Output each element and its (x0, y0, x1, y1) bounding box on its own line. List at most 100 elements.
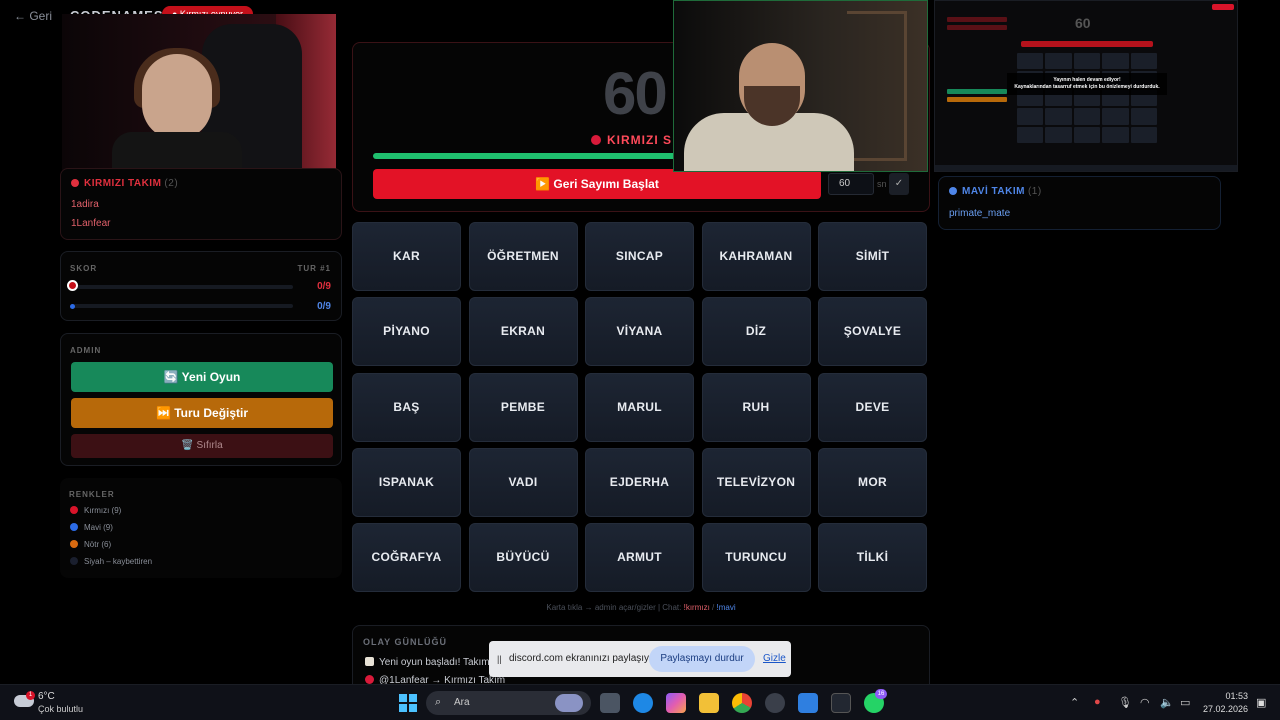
black-swatch-icon (70, 557, 78, 565)
clock[interactable]: 01:53 27.02.2026 (1203, 690, 1248, 716)
wifi-icon[interactable]: ◠ (1140, 696, 1150, 709)
task-view-icon[interactable] (600, 693, 620, 713)
word-card[interactable]: BAŞ (352, 372, 461, 442)
legend-red: Kırmızı (9) (70, 506, 121, 515)
word-card[interactable]: PEMBE (468, 372, 578, 442)
preview-paused-message: Yayının halen devam ediyor! Kaynaklarınd… (1007, 73, 1167, 95)
start-countdown-button[interactable]: ▶️ Geri Sayımı Başlat (373, 169, 821, 199)
webcam-left (62, 14, 336, 170)
search-placeholder: Ara (454, 697, 470, 708)
word-card[interactable]: ŞOVALYE (818, 297, 927, 367)
chrome-icon[interactable] (732, 693, 752, 713)
preview-number: 60 (1075, 15, 1091, 31)
clock-date: 27.02.2026 (1202, 704, 1248, 714)
word-card[interactable]: VADI (468, 447, 578, 517)
stream-preview[interactable]: 60 Yayının halen devam ediyor! Kaynaklar… (934, 0, 1238, 172)
word-board: KAR ÖĞRETMEN SINCAP KAHRAMAN SİMİT PİYANO EKRA… (352, 222, 930, 594)
red-score-knob (67, 280, 78, 291)
colors-legend: RENKLER Kırmızı (9) Mavi (9) Nötr (6) Si… (60, 478, 342, 578)
red-dot-icon (71, 179, 79, 187)
word-card[interactable]: TİLKİ (818, 523, 927, 593)
word-card[interactable]: DEVE (818, 372, 927, 442)
note-icon (365, 657, 374, 666)
preview-start-bar (1021, 41, 1153, 47)
chevron-up-icon[interactable]: ⌃ (1070, 696, 1079, 709)
log-entry: Yeni oyun başladı! Takım s (365, 657, 497, 668)
switch-turn-button[interactable]: ⏭️ Turu Değiştir (71, 398, 333, 428)
word-card[interactable]: SİMİT (818, 222, 927, 291)
word-card[interactable]: RUH (701, 372, 811, 442)
temperature: 6°C (38, 691, 55, 702)
word-card[interactable]: PİYANO (352, 297, 461, 367)
duration-input[interactable]: 60 (828, 173, 874, 195)
word-card[interactable]: DİZ (701, 297, 811, 367)
weather-desc: Çok bulutlu (38, 704, 84, 714)
word-card[interactable]: ARMUT (585, 523, 694, 593)
word-card[interactable]: MOR (818, 447, 927, 517)
red-score-track (73, 285, 293, 289)
red-team-panel: KIRMIZI TAKIM (2) 1adira 1Lanfear (60, 168, 342, 240)
share-message: discord.com ekranınızı paylaşıyor. (509, 653, 661, 664)
legend-black: Siyah – kaybettiren (70, 557, 152, 566)
whatsapp-badge: 16 (875, 689, 887, 699)
blue-team-title: MAVİ TAKIM (1) (949, 186, 1042, 197)
file-explorer-icon[interactable] (699, 693, 719, 713)
score-panel: SKOR TUR #1 0/9 0/9 (60, 251, 342, 321)
notification-icon[interactable]: ▣ (1256, 696, 1266, 709)
hide-link[interactable]: Gizle (763, 653, 786, 664)
confirm-duration-button[interactable]: ✓ (889, 173, 909, 195)
word-card[interactable]: VİYANA (585, 297, 694, 367)
stop-sharing-button[interactable]: Paylaşmayı durdur (649, 646, 755, 672)
red-score-value: 0/9 (317, 281, 331, 292)
taskbar: 1 6°C Çok bulutlu ⌕ Ara 16 ⌃ ● 🎙 ◠ 🔈 ▭ 0… (0, 684, 1280, 720)
legend-blue: Mavi (9) (70, 523, 113, 532)
screen-share-bar: || discord.com ekranınızı paylaşıyor. Pa… (489, 641, 791, 677)
start-icon[interactable] (399, 694, 417, 712)
word-card[interactable]: ISPANAK (352, 447, 461, 517)
streamer-face (142, 54, 212, 140)
event-log-title: OLAY GÜNLÜĞÜ (363, 637, 448, 647)
volume-icon[interactable]: 🔈 (1160, 696, 1174, 709)
neutral-swatch-icon (70, 540, 78, 548)
blue-score-track (73, 304, 293, 308)
record-icon[interactable]: ● (1094, 696, 1101, 708)
word-card[interactable]: TURUNCU (701, 523, 811, 593)
red-command: !kırmızı (683, 603, 710, 612)
word-card[interactable]: KAR (352, 222, 461, 291)
new-game-button[interactable]: 🔄 Yeni Oyun (71, 362, 333, 392)
red-swatch-icon (70, 506, 78, 514)
word-card[interactable]: EKRAN (468, 297, 578, 367)
admin-label: ADMIN (70, 346, 102, 355)
search-highlight-icon (555, 694, 583, 712)
snipping-tool-icon[interactable] (798, 693, 818, 713)
word-card[interactable]: EJDERHA (585, 447, 694, 517)
pause-icon: || (497, 654, 502, 664)
clock-time: 01:53 (1225, 691, 1248, 701)
word-card[interactable]: MARUL (585, 372, 694, 442)
word-card[interactable]: SINCAP (585, 222, 694, 291)
word-card[interactable]: KAHRAMAN (701, 222, 811, 291)
weather-badge: 1 (26, 691, 35, 700)
live-badge (1212, 4, 1234, 10)
back-link[interactable]: ← Geri (14, 9, 52, 23)
round-label: TUR #1 (297, 264, 331, 273)
obs-icon[interactable] (765, 693, 785, 713)
battery-icon[interactable]: ▭ (1180, 696, 1190, 709)
legend-neutral: Nötr (6) (70, 540, 111, 549)
word-card[interactable]: BÜYÜCÜ (468, 523, 578, 593)
colors-label: RENKLER (69, 490, 115, 499)
terminal-icon[interactable] (831, 693, 851, 713)
edge-icon[interactable] (633, 693, 653, 713)
copilot-icon[interactable] (666, 693, 686, 713)
streamer-body (112, 132, 242, 170)
blue-team-panel: MAVİ TAKIM (1) primate_mate (938, 176, 1221, 230)
word-card[interactable]: ÖĞRETMEN (468, 222, 578, 291)
word-card[interactable]: COĞRAFYA (352, 523, 461, 593)
red-member: 1adira (71, 199, 99, 210)
reset-button[interactable]: 🗑️ Sıfırla (71, 434, 333, 458)
microphone-icon[interactable]: 🎙 (1118, 696, 1132, 709)
countdown-number: 60 (603, 60, 668, 127)
blue-score-knob (70, 304, 75, 309)
taskbar-search[interactable]: ⌕ Ara (426, 691, 591, 715)
word-card[interactable]: TELEVİZYON (701, 447, 811, 517)
